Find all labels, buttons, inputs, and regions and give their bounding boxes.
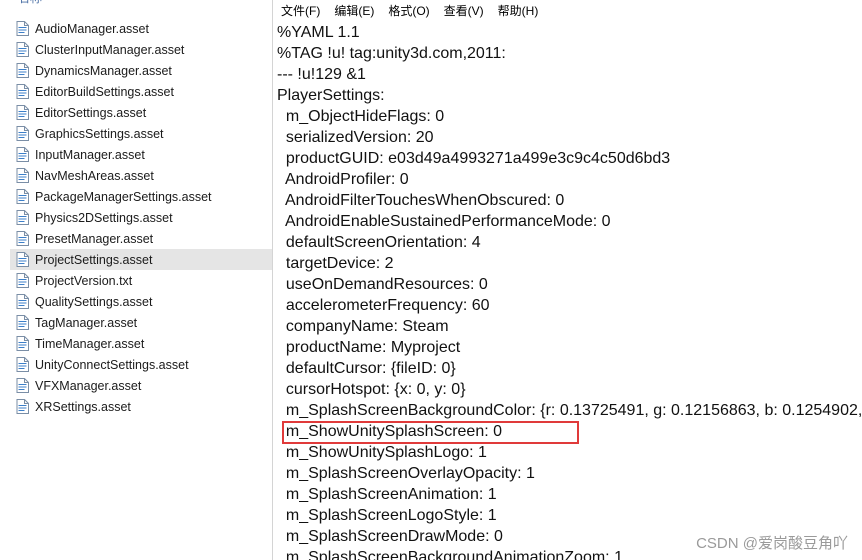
text-line: m_SplashScreenBackgroundColor: {r: 0.137… (277, 402, 862, 419)
file-name-label: XRSettings.asset (35, 399, 131, 414)
file-row[interactable]: TagManager.asset (10, 312, 272, 333)
text-line: AndroidEnableSustainedPerformanceMode: 0 (277, 213, 611, 230)
notepad-window: 文件(F) 编辑(E) 格式(O) 查看(V) 帮助(H) %YAML 1.1 %TAG … (272, 0, 862, 560)
file-document-icon (16, 84, 29, 99)
text-line: accelerometerFrequency: 60 (277, 297, 490, 314)
text-line: defaultCursor: {fileID: 0} (277, 360, 456, 377)
file-document-icon (16, 399, 29, 414)
file-document-icon (16, 189, 29, 204)
file-row[interactable]: GraphicsSettings.asset (10, 123, 272, 144)
file-document-icon (16, 315, 29, 330)
menu-item[interactable]: 文件(F) (281, 2, 320, 19)
text-line: AndroidFilterTouchesWhenObscured: 0 (277, 192, 565, 209)
text-line: %TAG !u! tag:unity3d.com,2011: (277, 45, 506, 62)
text-line: m_ObjectHideFlags: 0 (277, 108, 445, 125)
file-document-icon (16, 147, 29, 162)
file-row[interactable]: ProjectSettings.asset (10, 249, 272, 270)
file-row[interactable]: VFXManager.asset (10, 375, 272, 396)
menu-bar: 文件(F) 编辑(E) 格式(O) 查看(V) 帮助(H) (273, 0, 862, 21)
text-line: targetDevice: 2 (277, 255, 394, 272)
text-line: m_SplashScreenAnimation: 1 (277, 486, 497, 503)
file-name-label: NavMeshAreas.asset (35, 168, 154, 183)
menu-item[interactable]: 编辑(E) (334, 2, 374, 19)
file-document-icon (16, 273, 29, 288)
file-row[interactable]: AudioManager.asset (10, 18, 272, 39)
highlight-annotation-box (282, 421, 579, 444)
text-line: useOnDemandResources: 0 (277, 276, 488, 293)
text-line: serializedVersion: 20 (277, 129, 434, 146)
file-row[interactable]: PresetManager.asset (10, 228, 272, 249)
text-line: productName: Myproject (277, 339, 461, 356)
text-line: --- !u!129 &1 (277, 66, 366, 83)
file-name-label: EditorSettings.asset (35, 105, 147, 120)
file-name-label: PackageManagerSettings.asset (35, 189, 212, 204)
file-document-icon (16, 42, 29, 57)
watermark: CSDN @爱岗酸豆角吖 (696, 535, 848, 552)
file-name-label: ClusterInputManager.asset (35, 42, 185, 57)
text-line: m_SplashScreenLogoStyle: 1 (277, 507, 497, 524)
file-document-icon (16, 336, 29, 351)
text-line: %YAML 1.1 (277, 24, 360, 41)
file-row[interactable]: ProjectVersion.txt (10, 270, 272, 291)
file-row[interactable]: EditorSettings.asset (10, 102, 272, 123)
text-line: defaultScreenOrientation: 4 (277, 234, 481, 251)
file-document-icon (16, 168, 29, 183)
menu-item[interactable]: 查看(V) (444, 2, 484, 19)
file-list-pane: 名称 AudioManager.asset ClusterInputManager… (0, 0, 272, 560)
file-document-icon (16, 231, 29, 246)
file-name-label: PresetManager.asset (35, 231, 154, 246)
menu-item[interactable]: 帮助(H) (498, 2, 539, 19)
file-document-icon (16, 126, 29, 141)
file-document-icon (16, 63, 29, 78)
text-line: m_SplashScreenBackgroundAnimationZoom: 1 (277, 549, 623, 560)
text-line: cursorHotspot: {x: 0, y: 0} (277, 381, 466, 398)
file-name-label: TimeManager.asset (35, 336, 145, 351)
file-document-icon (16, 378, 29, 393)
file-name-label: ProjectVersion.txt (35, 273, 133, 288)
text-line: productGUID: e03d49a4993271a499e3c9c4c50… (277, 150, 671, 167)
file-row[interactable]: XRSettings.asset (10, 396, 272, 417)
text-line: m_SplashScreenOverlayOpacity: 1 (277, 465, 535, 482)
file-name-label: QualitySettings.asset (35, 294, 153, 309)
file-document-icon (16, 21, 29, 36)
file-row[interactable]: Physics2DSettings.asset (10, 207, 272, 228)
file-name-label: ProjectSettings.asset (35, 252, 153, 267)
file-name-label: DynamicsManager.asset (35, 63, 172, 78)
file-row[interactable]: UnityConnectSettings.asset (10, 354, 272, 375)
file-name-label: VFXManager.asset (35, 378, 142, 393)
text-line: AndroidProfiler: 0 (277, 171, 409, 188)
file-document-icon (16, 357, 29, 372)
file-name-label: TagManager.asset (35, 315, 138, 330)
file-name-label: AudioManager.asset (35, 21, 149, 36)
menu-item[interactable]: 格式(O) (388, 2, 429, 19)
text-line: PlayerSettings: (277, 87, 385, 104)
text-line: companyName: Steam (277, 318, 449, 335)
file-document-icon (16, 210, 29, 225)
text-editor[interactable]: %YAML 1.1 %TAG !u! tag:unity3d.com,2011: -… (277, 22, 862, 560)
file-row[interactable]: ClusterInputManager.asset (10, 39, 272, 60)
text-line: m_SplashScreenDrawMode: 0 (277, 528, 503, 545)
file-name-label: Physics2DSettings.asset (35, 210, 173, 225)
file-document-icon (16, 105, 29, 120)
file-name-label: GraphicsSettings.asset (35, 126, 164, 141)
text-line: m_ShowUnitySplashLogo: 1 (277, 444, 487, 461)
file-row[interactable]: DynamicsManager.asset (10, 60, 272, 81)
file-row[interactable]: QualitySettings.asset (10, 291, 272, 312)
file-row[interactable]: InputManager.asset (10, 144, 272, 165)
file-name-label: UnityConnectSettings.asset (35, 357, 189, 372)
file-row[interactable]: TimeManager.asset (10, 333, 272, 354)
file-name-label: EditorBuildSettings.asset (35, 84, 174, 99)
file-document-icon (16, 294, 29, 309)
file-row[interactable]: NavMeshAreas.asset (10, 165, 272, 186)
file-row[interactable]: PackageManagerSettings.asset (10, 186, 272, 207)
file-document-icon (16, 252, 29, 267)
file-name-label: InputManager.asset (35, 147, 145, 162)
name-column-header[interactable]: 名称 (18, 0, 42, 5)
file-row[interactable]: EditorBuildSettings.asset (10, 81, 272, 102)
